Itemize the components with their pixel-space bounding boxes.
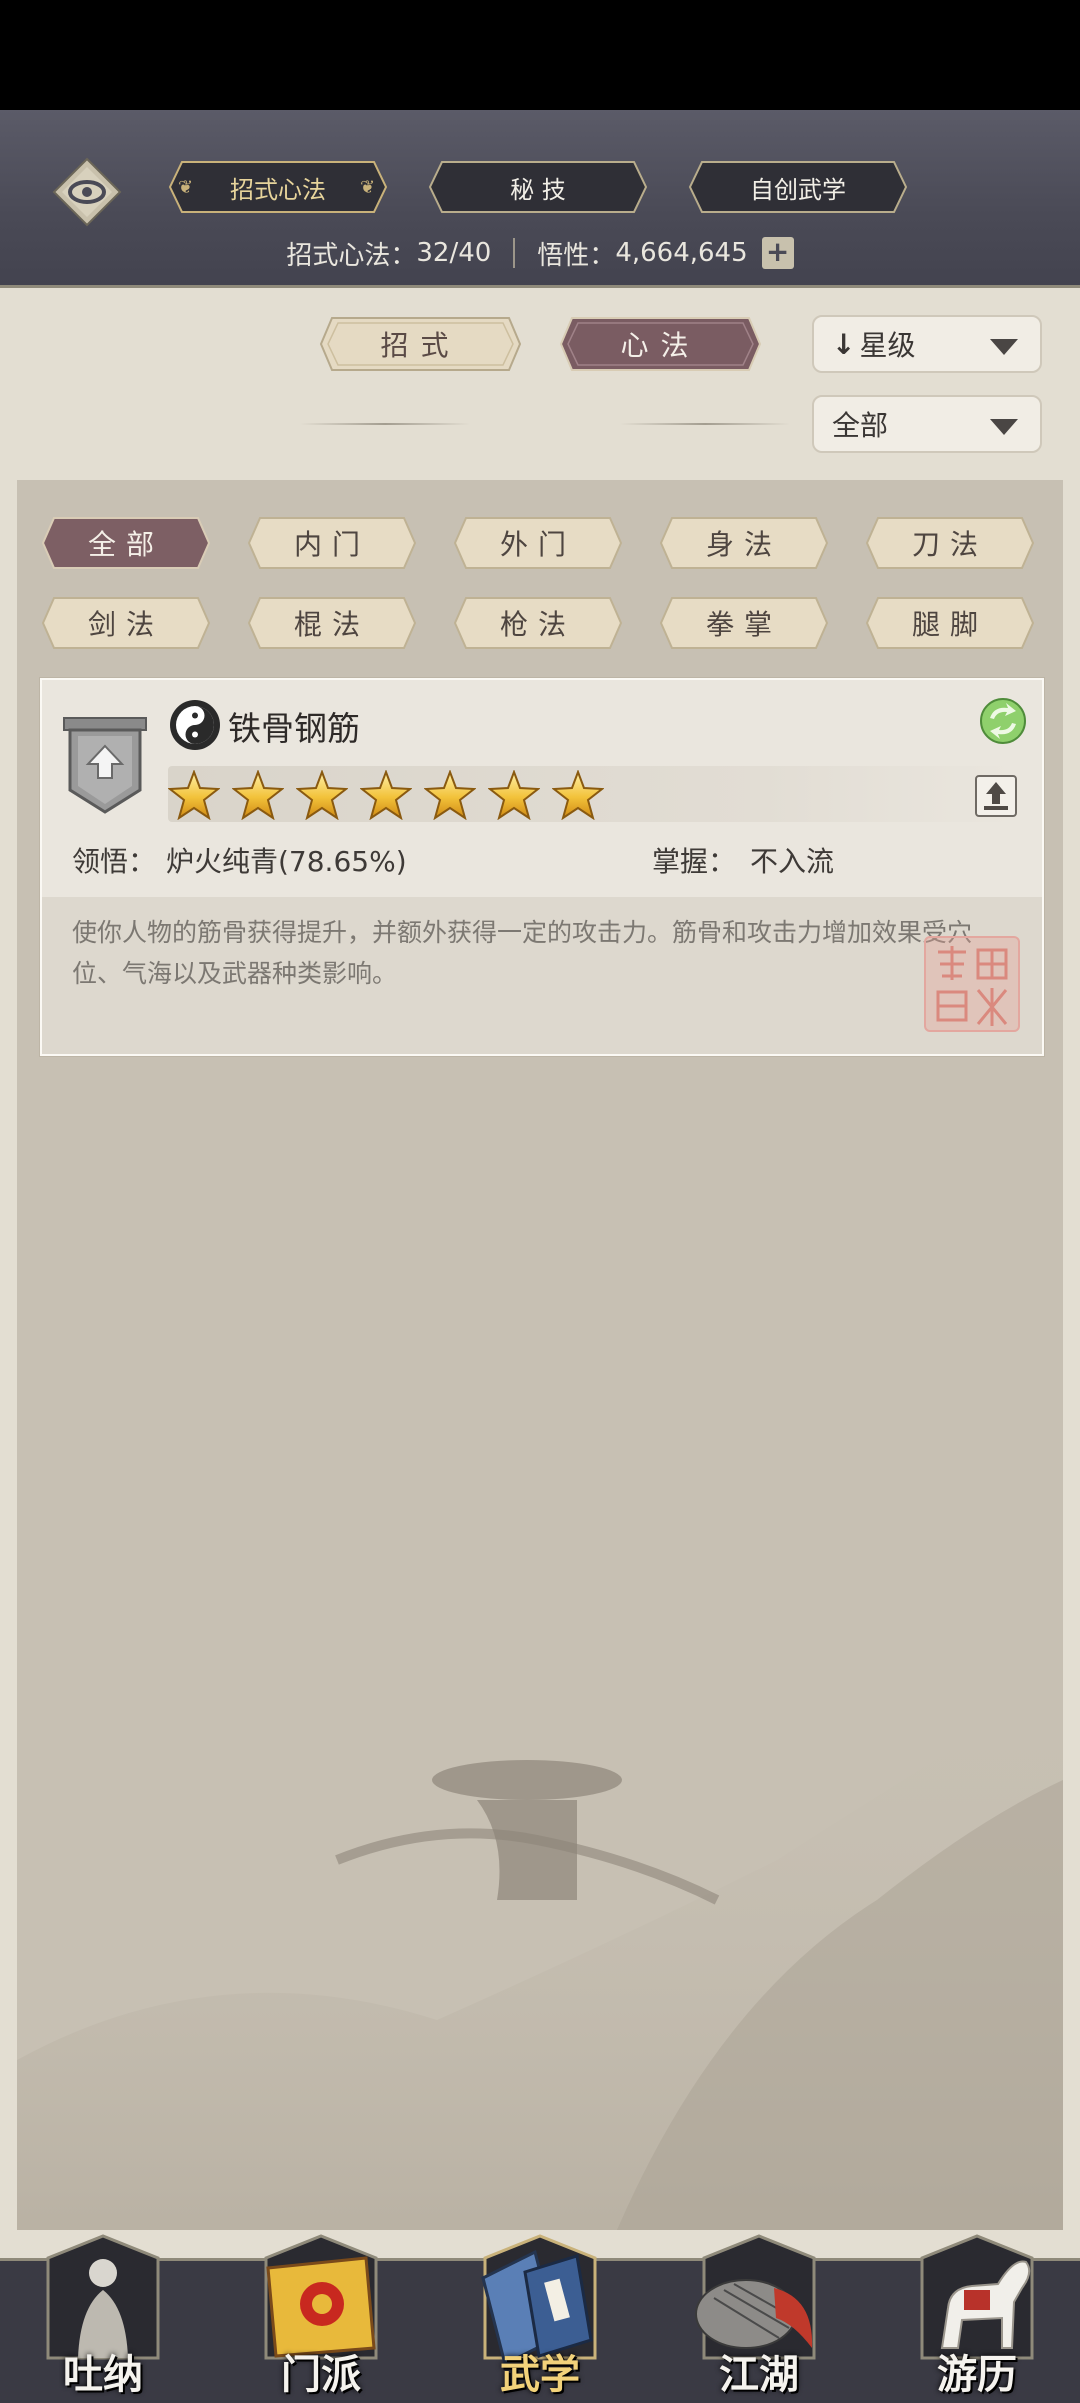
nav-sect[interactable]: 门派 [246,2228,396,2400]
seal-icon [936,946,1008,1026]
filter-dropdown[interactable]: 全部 [812,395,1042,453]
category-sword[interactable]: 剑法 [40,595,212,651]
detail-scroll-icon[interactable] [974,774,1018,818]
category-staff[interactable]: 棍法 [246,595,418,651]
category-movement[interactable]: 身法 [658,515,830,571]
nav-jianghu[interactable]: 江湖 [684,2228,834,2400]
comprehension-value: 炉火纯青(78.65%) [166,845,407,878]
status-bar [0,0,1080,110]
add-insight-button[interactable]: + [761,237,794,269]
star-icon [488,770,540,820]
refresh-cycle-icon[interactable] [978,696,1028,746]
star-icon [168,770,220,820]
category-spear[interactable]: 枪法 [452,595,624,651]
upgrade-badge-icon[interactable] [62,716,148,816]
moves-label: 招式心法： [286,240,417,271]
decor-divider-left [300,423,470,425]
skill-description: 使你人物的筋骨获得提升，并额外获得一定的攻击力。筋骨和攻击力增加效果受穴位、气海… [72,918,973,988]
view-toggle-button[interactable] [52,157,122,227]
category-leg[interactable]: 腿脚 [864,595,1036,651]
filter-value: 全部 [832,409,889,442]
svg-text:❦: ❦ [178,177,193,198]
subtab-methods[interactable]: 心法 [558,315,763,373]
comprehension-label: 领悟： [72,845,157,878]
category-blade[interactable]: 刀法 [864,515,1036,571]
star-icon [360,770,412,820]
insight-label: 悟性： [537,240,616,271]
sort-arrow-icon: ↓ [832,327,856,361]
skill-name: 铁骨钢筋 [228,709,360,748]
category-fist[interactable]: 拳掌 [658,595,830,651]
tab-moves-methods[interactable]: ❦ ❦ 招式心法 [168,160,388,214]
category-inner[interactable]: 内门 [246,515,418,571]
star-icon [552,770,604,820]
sort-dropdown[interactable]: ↓ 星级 [812,315,1042,373]
category-outer[interactable]: 外门 [452,515,624,571]
tab-self-created[interactable]: 自创武学 [688,160,908,214]
nav-martial-arts[interactable]: 武学 [465,2228,615,2400]
star-icon [296,770,348,820]
svg-text:❦: ❦ [360,177,375,198]
sort-value: 星级 [859,329,916,362]
chevron-down-icon [990,339,1018,355]
ink-landscape-decoration [17,1680,1063,2230]
stats-divider [513,238,516,268]
insight-value: 4,664,645 [615,238,748,268]
mastery-value: 不入流 [750,845,835,878]
moves-count: 32/40 [416,238,492,268]
subtab-moves[interactable]: 招式 [318,315,523,373]
star-icon [232,770,284,820]
yin-yang-icon [170,700,220,750]
decor-divider-right [620,423,790,425]
nav-breathing[interactable]: 吐纳 [28,2228,178,2400]
tab-secret-skills[interactable]: 秘 技 [428,160,648,214]
seal-stamp [924,936,1020,1032]
chevron-down-icon [990,419,1018,435]
mastery-label: 掌握： [652,845,737,878]
stats-line: 招式心法： 32/40 悟性： 4,664,645 + [0,228,1080,278]
eye-icon [52,157,122,227]
skill-card[interactable]: 铁骨钢筋 领悟： 炉火纯青(78.65%) 掌握： 不入流 使你人物的筋骨获得提… [40,678,1044,1056]
nav-travel[interactable]: 游历 [902,2228,1052,2400]
category-all[interactable]: 全部 [40,515,212,571]
stars-container [168,766,668,822]
star-icon [424,770,476,820]
